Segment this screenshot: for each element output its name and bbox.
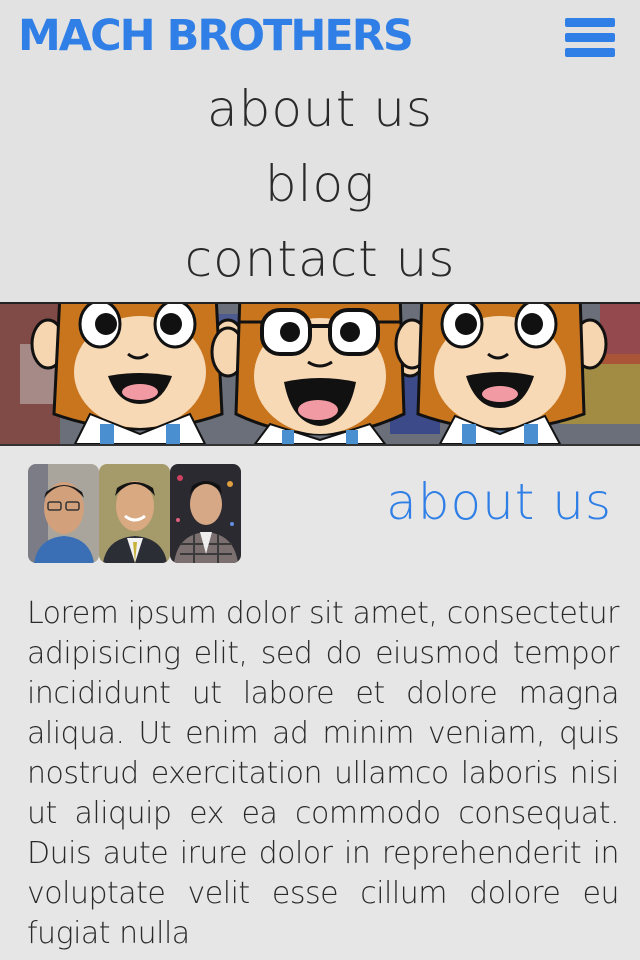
- nav-item-about-us[interactable]: about us: [0, 72, 640, 147]
- team-photo-2: [99, 464, 170, 563]
- main-nav: about us blog contact us: [0, 72, 640, 297]
- logo[interactable]: MACH BROTHERS: [18, 12, 414, 60]
- hamburger-menu-icon[interactable]: [565, 18, 615, 60]
- monkey-mascots-image: [0, 304, 640, 444]
- hero-banner: [0, 302, 640, 446]
- nav-item-blog[interactable]: blog: [0, 147, 640, 222]
- team-photo-3: [170, 464, 241, 563]
- top-bar: MACH BROTHERS about us blog contact us: [0, 0, 640, 302]
- about-body-text: Lorem ipsum dolor sit amet, consectetur …: [27, 596, 620, 951]
- team-photo-1: [28, 464, 99, 563]
- nav-item-contact-us[interactable]: contact us: [0, 222, 640, 297]
- section-title: about us: [386, 473, 612, 531]
